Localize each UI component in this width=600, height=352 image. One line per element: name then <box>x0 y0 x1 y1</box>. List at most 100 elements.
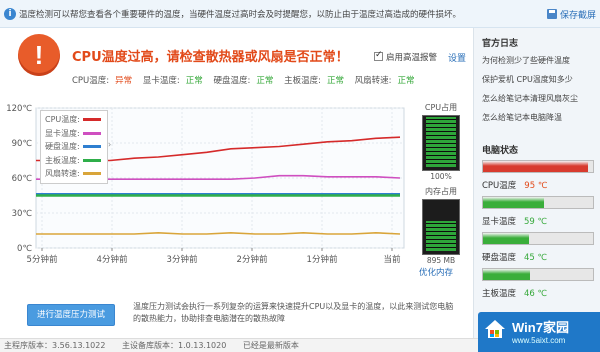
warning-title: CPU温度过高，请检查散热器或风扇是否正常！ <box>72 50 349 65</box>
state-label-text: CPU温度 <box>482 181 517 191</box>
legend-label: 风扇转速: <box>45 169 80 178</box>
cpu-usage-title: CPU占用 <box>424 103 458 112</box>
state-value: 45 ℃ <box>524 253 548 263</box>
log-item[interactable]: 为何检测少了些硬件温度 <box>482 55 570 66</box>
legend-swatch <box>83 118 101 121</box>
status-label: 显卡温度: <box>142 76 180 86</box>
legend-fan[interactable]: 风扇转速: <box>45 167 103 181</box>
site-watermark-logo: Win7家园 www.5aixt.com <box>478 312 600 352</box>
status-label: 主板温度: <box>284 76 321 86</box>
settings-link[interactable]: 设置 <box>448 51 466 64</box>
gpu-temp-label: 显卡温度 59 ℃ <box>482 215 547 227</box>
cpu-usage-gauge: CPU占用 100% <box>415 102 467 181</box>
memory-usage-fill <box>426 221 456 251</box>
y-tick-label: 60℃ <box>12 174 33 184</box>
status-label: 硬盘温度: <box>213 76 251 86</box>
floppy-icon <box>546 9 557 19</box>
state-label-text: 硬盘温度 <box>482 253 517 263</box>
y-tick-label: 0℃ <box>17 244 32 254</box>
info-text: 温度检测可以帮您查看各个重要硬件的温度，当硬件温度过高时会及时提醒您，以防止由于… <box>19 10 462 20</box>
cpu-temp-bar-fill <box>483 161 588 172</box>
y-tick-label: 90℃ <box>12 139 33 149</box>
memory-usage-value: 895 MB <box>426 256 456 265</box>
disk-temp-bar <box>482 232 594 245</box>
memory-usage-frame <box>422 199 460 255</box>
optimize-memory-link[interactable]: 优化内存 <box>419 266 453 278</box>
status-value: 正常 <box>326 76 344 86</box>
status-value: 异常 <box>115 76 133 86</box>
cpu-temp-bar <box>482 160 594 173</box>
board-temp-bar <box>482 268 594 281</box>
watermark-line1: Win7家园 <box>512 320 569 335</box>
status-label: CPU温度: <box>72 76 110 86</box>
legend-label: CPU温度: <box>45 115 80 124</box>
warning-icon: ! <box>18 34 60 76</box>
info-icon: i <box>4 8 16 20</box>
legend-label: 主板温度: <box>45 155 80 165</box>
house-icon <box>485 320 505 338</box>
gpu-temp-bar <box>482 196 594 209</box>
legend-label: 硬盘温度: <box>45 142 80 151</box>
legend-swatch <box>83 131 101 135</box>
x-tick-label: 4分钟前 <box>97 254 128 265</box>
state-title: 电脑状态 <box>482 146 519 156</box>
memory-usage-gauge: 内存占用 895 MB <box>415 186 467 265</box>
board-temp-bar-fill <box>483 269 531 280</box>
state-value: 59 ℃ <box>524 217 548 227</box>
cpu-temp-label: CPU温度 95 ℃ <box>482 179 547 191</box>
log-item[interactable]: 怎么给笔记本电脑降温 <box>482 112 562 123</box>
save-screenshot-button[interactable]: 保存截屏 <box>546 8 596 21</box>
info-bar: i 温度检测可以帮您查看各个重要硬件的温度，当硬件温度过高时会及时提醒您，以防止… <box>0 0 600 28</box>
update-status: 已经是最新版本 <box>242 341 299 350</box>
y-tick-label: 120℃ <box>6 104 32 114</box>
status-value: 正常 <box>397 76 415 86</box>
legend-collapse-icon[interactable]: › <box>108 140 114 150</box>
legend-board[interactable]: 主板温度: <box>45 154 103 168</box>
cpu-usage-value: 100% <box>430 172 452 181</box>
log-item[interactable]: 怎么给笔记本清理风扇灰尘 <box>482 93 578 104</box>
stress-test-button[interactable]: 进行温度压力测试 <box>27 304 115 326</box>
status-row: CPU温度: 异常 显卡温度: 正常 硬盘温度: 正常 主板温度: 正常 风扇转速: 正常 <box>72 74 423 86</box>
status-board: 主板温度: 正常 <box>284 74 344 86</box>
legend-swatch <box>83 172 101 175</box>
legend-swatch <box>83 145 101 148</box>
memory-usage-title: 内存占用 <box>425 187 457 196</box>
status-label: 风扇转速: <box>354 76 392 86</box>
right-sidebar: 官方日志 为何检测少了些硬件温度 保护爱机 CPU温度知多少 怎么给笔记本清理风… <box>473 28 600 338</box>
state-label-text: 显卡温度 <box>482 217 517 227</box>
status-gpu: 显卡温度: 正常 <box>143 74 203 86</box>
x-tick-label: 1分钟前 <box>307 254 338 265</box>
cpu-usage-frame <box>422 115 460 171</box>
watermark-line2: www.5aixt.com <box>512 336 566 345</box>
save-screenshot-label: 保存截屏 <box>559 11 596 21</box>
disk-temp-bar-fill <box>483 233 530 244</box>
board-temp-label: 主板温度 46 ℃ <box>482 287 547 299</box>
x-tick-label: 当前 <box>383 254 401 265</box>
x-tick-label: 2分钟前 <box>237 254 268 265</box>
legend-disk[interactable]: 硬盘温度: <box>45 140 103 154</box>
state-value: 46 ℃ <box>524 289 548 299</box>
status-disk: 硬盘温度: 正常 <box>213 74 273 86</box>
checkbox-checked-icon[interactable] <box>374 50 383 61</box>
enable-alarm-checkbox[interactable]: 启用高温报警 <box>374 50 438 63</box>
status-cpu: CPU温度: 异常 <box>72 74 132 86</box>
log-title: 官方日志 <box>482 39 519 49</box>
legend-cpu[interactable]: CPU温度: <box>45 113 103 127</box>
alarm-label: 启用高温报警 <box>386 53 438 63</box>
state-value: 95 ℃ <box>524 181 548 191</box>
db-version: 主设备库版本：1.0.13.1020 <box>121 341 227 350</box>
main-version: 主程序版本：3.56.13.1022 <box>4 341 106 350</box>
legend-gpu[interactable]: 显卡温度: <box>45 127 103 141</box>
status-fan: 风扇转速: 正常 <box>355 74 415 86</box>
legend-swatch <box>83 158 101 162</box>
state-label-text: 主板温度 <box>482 289 517 299</box>
gpu-temp-bar-fill <box>483 197 544 208</box>
cpu-usage-fill <box>426 117 456 167</box>
x-tick-label: 3分钟前 <box>167 254 198 265</box>
status-value: 正常 <box>256 76 274 86</box>
legend-label: 显卡温度: <box>45 128 80 138</box>
x-tick-label: 5分钟前 <box>27 254 58 265</box>
chart-legend: CPU温度: 显卡温度: 硬盘温度: 主板温度: 风扇转速: <box>40 110 108 184</box>
log-item[interactable]: 保护爱机 CPU温度知多少 <box>482 74 573 85</box>
y-tick-label: 30℃ <box>12 209 33 219</box>
